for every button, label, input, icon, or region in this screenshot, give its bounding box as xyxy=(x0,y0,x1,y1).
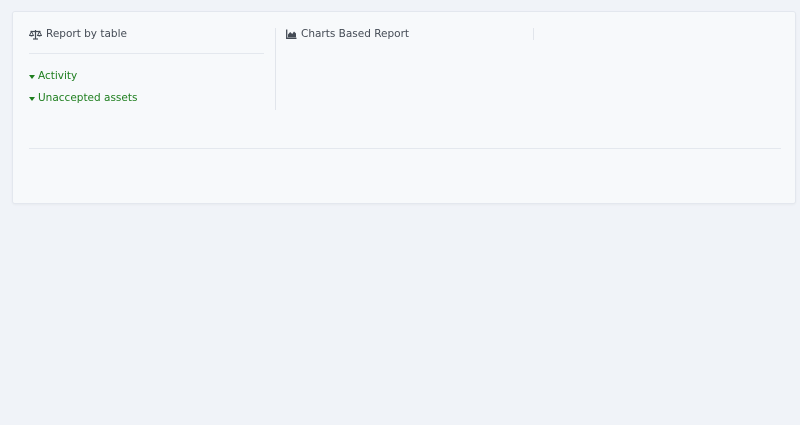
report-by-table-heading: Report by table xyxy=(29,28,264,40)
section-divider xyxy=(29,53,264,54)
report-by-table-column: Report by table Activity Unaccepted asse… xyxy=(29,28,264,113)
charts-based-report-heading: Charts Based Report xyxy=(286,28,533,40)
charts-based-report-title: Charts Based Report xyxy=(301,28,410,40)
charts-based-report-column: Charts Based Report xyxy=(275,28,533,110)
activity-link[interactable]: Activity xyxy=(29,69,264,83)
report-links-list: Activity Unaccepted assets xyxy=(29,69,264,105)
report-by-table-title: Report by table xyxy=(46,28,127,40)
area-chart-icon xyxy=(286,29,297,39)
unaccepted-assets-link-label: Unaccepted assets xyxy=(38,92,138,104)
unaccepted-assets-link[interactable]: Unaccepted assets xyxy=(29,91,264,105)
report-card: Report by table Activity Unaccepted asse… xyxy=(12,11,796,204)
caret-down-icon xyxy=(29,96,35,101)
column-separator xyxy=(533,28,534,40)
caret-down-icon xyxy=(29,74,35,79)
activity-link-label: Activity xyxy=(38,70,78,82)
card-bottom-divider xyxy=(29,148,781,149)
scale-balance-icon xyxy=(29,29,42,40)
